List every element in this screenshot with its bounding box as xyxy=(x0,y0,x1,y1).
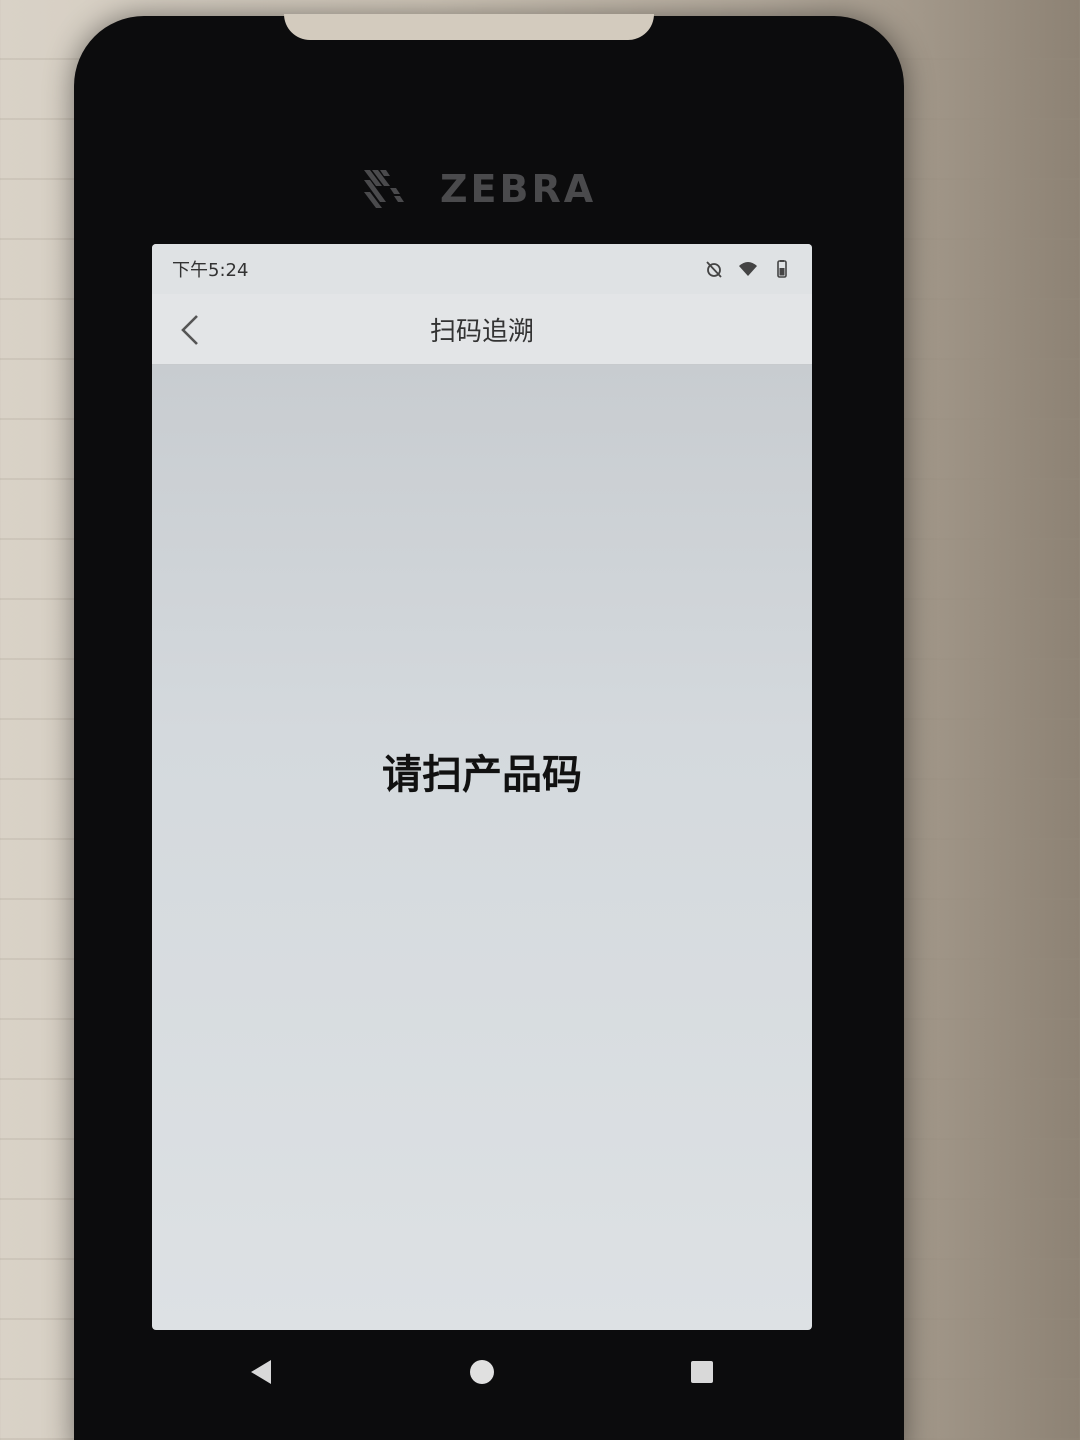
nav-home-button[interactable] xyxy=(462,1352,502,1392)
zebra-logo-icon xyxy=(364,170,404,208)
device-top-edge xyxy=(284,14,654,40)
android-nav-bar xyxy=(152,1332,812,1412)
app-header: 扫码追溯 xyxy=(152,294,812,365)
back-button[interactable] xyxy=(168,308,212,352)
recents-square-icon xyxy=(691,1361,713,1383)
handheld-device: ZEBRA 下午5:24 扫码追溯 请扫产品码 xyxy=(74,14,904,1440)
home-circle-icon xyxy=(470,1360,494,1384)
nav-back-button[interactable] xyxy=(242,1352,282,1392)
wifi-icon xyxy=(739,262,757,276)
brand-name: ZEBRA xyxy=(440,167,597,211)
device-brand: ZEBRA xyxy=(360,166,596,212)
battery-icon xyxy=(777,260,787,278)
chevron-left-icon xyxy=(181,315,198,345)
nav-recents-button[interactable] xyxy=(682,1352,722,1392)
page-title: 扫码追溯 xyxy=(429,316,534,347)
status-icons xyxy=(704,259,792,279)
app-screen: 下午5:24 扫码追溯 请扫产品码 xyxy=(152,244,812,1330)
scan-prompt: 请扫产品码 xyxy=(382,752,582,798)
back-triangle-icon xyxy=(251,1360,271,1384)
status-bar: 下午5:24 xyxy=(152,244,812,294)
alarm-off-icon xyxy=(706,261,722,278)
status-time: 下午5:24 xyxy=(172,260,249,281)
